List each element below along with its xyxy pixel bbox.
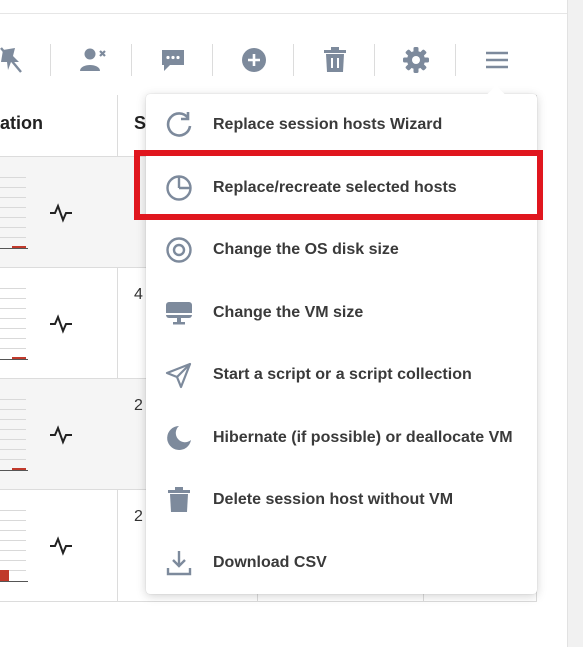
delete-button[interactable] [315, 40, 355, 80]
settings-button[interactable] [396, 40, 436, 80]
message-icon [162, 50, 184, 71]
activity-pulse-icon[interactable] [49, 203, 73, 223]
menu-item-delete-host[interactable]: Delete session host without VM [146, 469, 537, 531]
add-circle-icon [242, 48, 266, 72]
toolbar-separator [212, 44, 213, 76]
trash-icon [164, 485, 194, 515]
pin-off-icon [0, 47, 22, 73]
top-divider [0, 0, 567, 14]
menu-item-download-csv[interactable]: Download CSV [146, 532, 537, 594]
menu-item-change-vm-size[interactable]: Change the VM size [146, 282, 537, 344]
user-remove-icon [80, 48, 106, 71]
activity-pulse-icon[interactable] [49, 536, 73, 556]
menu-item-hibernate[interactable]: Hibernate (if possible) or deallocate VM [146, 407, 537, 469]
hamburger-menu-icon [486, 51, 508, 69]
table-cell-value: 2 [134, 397, 143, 414]
menu-item-label: Start a script or a script collection [213, 366, 472, 383]
activity-pulse-icon[interactable] [49, 314, 73, 334]
highlight-box [134, 150, 543, 220]
usage-sparkline [0, 288, 28, 360]
menu-item-label: Download CSV [213, 554, 327, 571]
menu-item-label: Change the VM size [213, 304, 364, 321]
menu-item-replace-wizard[interactable]: Replace session hosts Wizard [146, 94, 537, 156]
send-icon [164, 360, 194, 390]
remove-user-button[interactable] [73, 40, 113, 80]
usage-sparkline [0, 510, 28, 582]
pin-off-button[interactable] [0, 40, 32, 80]
menu-item-start-script[interactable]: Start a script or a script collection [146, 344, 537, 406]
menu-item-label: Hibernate (if possible) or deallocate VM [213, 429, 513, 446]
vertical-scrollbar[interactable] [567, 0, 583, 647]
disk-icon [164, 235, 194, 265]
trash-icon [324, 47, 346, 72]
download-icon [164, 548, 194, 578]
toolbar-separator [455, 44, 456, 76]
moon-icon [164, 423, 194, 453]
activity-pulse-icon[interactable] [49, 425, 73, 445]
usage-sparkline [0, 177, 28, 249]
toolbar [0, 40, 540, 80]
menu-item-label: Delete session host without VM [213, 491, 454, 508]
toolbar-separator [131, 44, 132, 76]
menu-item-label: Replace session hosts Wizard [213, 116, 443, 133]
column-header[interactable]: S [134, 113, 146, 134]
more-menu-button[interactable] [477, 40, 517, 80]
usage-bar [0, 570, 9, 581]
table-cell-value: 4 [134, 286, 143, 303]
toolbar-separator [293, 44, 294, 76]
menu-item-change-os-disk[interactable]: Change the OS disk size [146, 219, 537, 281]
usage-sparkline [0, 399, 28, 471]
menu-item-label: Change the OS disk size [213, 241, 399, 258]
gear-icon [403, 47, 429, 73]
toolbar-separator [50, 44, 51, 76]
monitor-icon [164, 298, 194, 328]
refresh-icon [164, 110, 194, 140]
toolbar-separator [374, 44, 375, 76]
add-button[interactable] [234, 40, 274, 80]
table-cell-value: 2 [134, 508, 143, 525]
message-button[interactable] [153, 40, 193, 80]
column-header[interactable]: ation [0, 113, 43, 134]
